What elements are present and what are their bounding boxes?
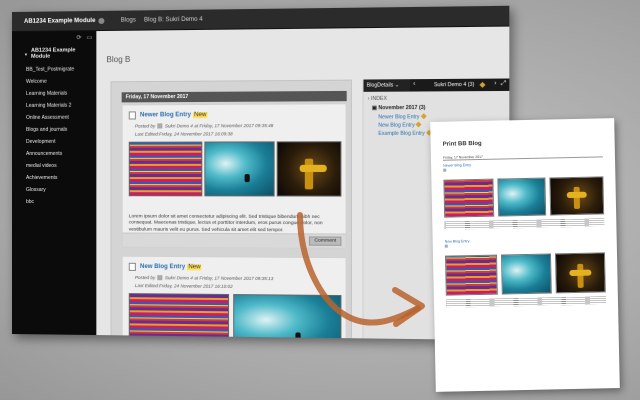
print-entry-body <box>444 218 605 230</box>
background: AB1234 Example Module Blogs Blog B: Sukr… <box>0 0 640 400</box>
print-plane-image <box>549 176 605 216</box>
print-surf-image <box>500 253 552 295</box>
avatar <box>444 244 448 248</box>
print-entry-meta <box>443 168 447 173</box>
print-entry-body <box>445 296 607 308</box>
print-preview-page: Print BB Blog Friday, 17 November 2017 N… <box>430 118 620 392</box>
print-plane-image <box>554 252 606 294</box>
print-entry-meta <box>444 244 448 249</box>
avatar <box>443 168 447 172</box>
print-entry-title: Newer Blog Entry <box>443 163 472 168</box>
print-fabric-image <box>444 254 498 296</box>
print-entry-title: New Blog Entry <box>444 239 470 244</box>
print-title: Print BB Blog <box>442 140 482 148</box>
print-surf-image <box>497 177 547 217</box>
print-fabric-image <box>443 178 495 218</box>
